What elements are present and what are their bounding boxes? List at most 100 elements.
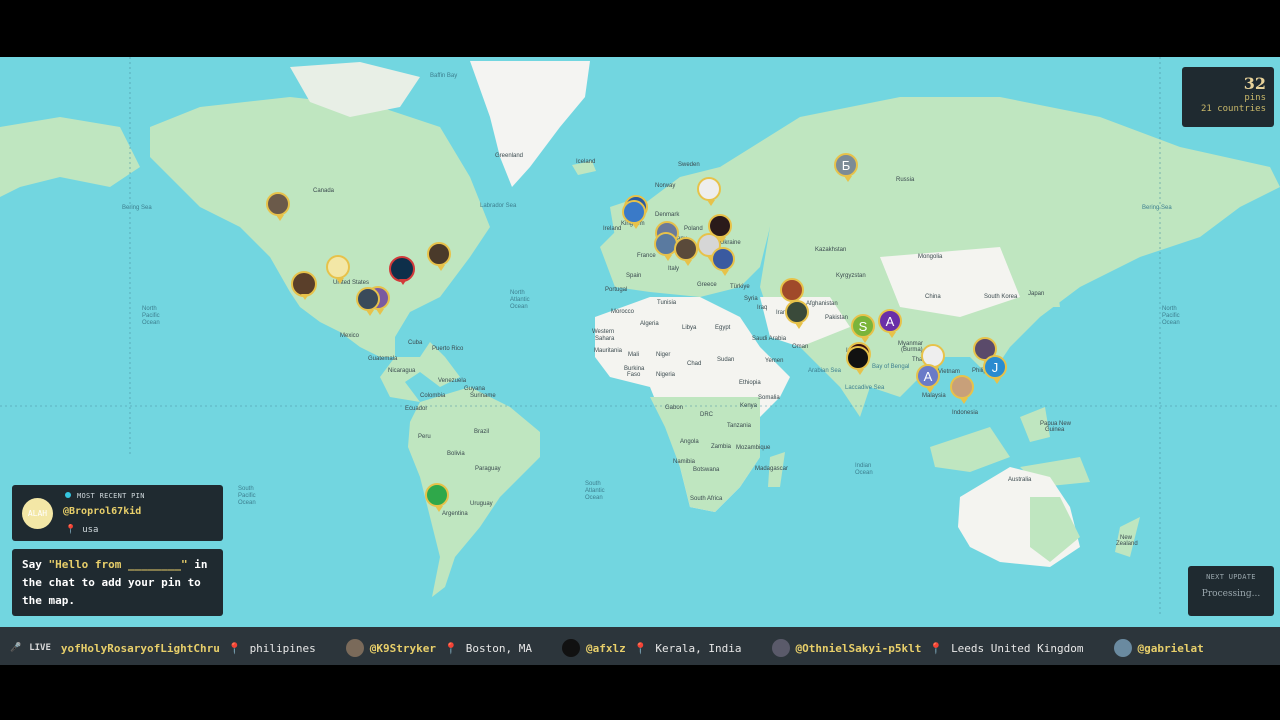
- svg-text:Poland: Poland: [684, 226, 703, 232]
- svg-text:Yemen: Yemen: [765, 358, 783, 364]
- ticker-item: yofHolyRosaryofLightChru 📍 philipines: [60, 641, 316, 655]
- live-dot-icon: [65, 492, 71, 498]
- map-pin[interactable]: [711, 247, 735, 276]
- svg-text:Uruguay: Uruguay: [470, 501, 493, 507]
- svg-text:Pacific: Pacific: [1162, 313, 1180, 319]
- svg-text:Indonesia: Indonesia: [952, 410, 979, 416]
- svg-text:North: North: [142, 306, 157, 312]
- next-update-panel: NEXT UPDATE Processing...: [1188, 566, 1274, 616]
- svg-text:Türkiye: Türkiye: [730, 284, 750, 290]
- svg-text:Iraq: Iraq: [757, 305, 767, 311]
- map-pin-icon: 📍: [633, 641, 648, 655]
- svg-text:Faso: Faso: [627, 372, 641, 378]
- svg-text:Nicaragua: Nicaragua: [388, 368, 416, 374]
- svg-text:Pacific: Pacific: [238, 493, 256, 499]
- avatar: [1113, 639, 1132, 657]
- svg-text:Iceland: Iceland: [576, 159, 595, 165]
- svg-text:Bering Sea: Bering Sea: [122, 205, 152, 211]
- svg-text:Morocco: Morocco: [611, 309, 635, 315]
- map-pin[interactable]: [425, 483, 449, 512]
- ticker-item: @K9Stryker 📍 Boston, MA: [345, 639, 532, 657]
- svg-text:Laccadive Sea: Laccadive Sea: [845, 385, 885, 391]
- svg-text:Ireland: Ireland: [603, 226, 621, 232]
- map-pin[interactable]: [950, 375, 974, 404]
- svg-text:Sweden: Sweden: [678, 162, 700, 168]
- svg-text:Botswana: Botswana: [693, 467, 720, 473]
- map-pin-icon: 📍: [65, 525, 77, 535]
- svg-text:Ocean: Ocean: [1162, 320, 1180, 326]
- svg-text:Zambia: Zambia: [711, 444, 732, 450]
- most-recent-pin-heading: MOST RECENT PIN: [65, 492, 145, 500]
- world-map[interactable]: Canada United States Mexico Cuba Puerto …: [0, 57, 1280, 627]
- svg-text:Sudan: Sudan: [717, 357, 734, 363]
- svg-text:DRC: DRC: [700, 412, 714, 418]
- svg-text:Pakistan: Pakistan: [825, 315, 848, 321]
- map-pin[interactable]: [780, 278, 804, 307]
- svg-text:Greece: Greece: [697, 282, 717, 288]
- instruction-card: Say "Hello from ________" in the chat to…: [12, 549, 223, 616]
- map-pin[interactable]: [389, 256, 415, 285]
- svg-text:China: China: [925, 294, 941, 300]
- map-pin[interactable]: [291, 271, 317, 300]
- map-pin[interactable]: A: [916, 364, 940, 393]
- svg-text:Spain: Spain: [626, 273, 641, 279]
- svg-text:Atlantic: Atlantic: [585, 488, 605, 494]
- svg-text:Mexico: Mexico: [340, 333, 360, 339]
- svg-text:Nigeria: Nigeria: [656, 372, 676, 378]
- svg-text:Zealand: Zealand: [1116, 541, 1138, 547]
- country-count: 21 countries: [1200, 104, 1266, 114]
- svg-text:Ocean: Ocean: [510, 304, 528, 310]
- avatar: [345, 639, 364, 657]
- svg-text:Saudi Arabia: Saudi Arabia: [752, 336, 787, 342]
- svg-text:South Korea: South Korea: [984, 294, 1018, 300]
- recent-pin-location: 📍 usa: [65, 525, 99, 535]
- map-pin[interactable]: J: [983, 355, 1007, 384]
- pin-count-label: pins: [1244, 93, 1266, 103]
- ticker-item: @afxlz 📍 Kerala, India: [561, 639, 742, 657]
- svg-text:Niger: Niger: [656, 352, 670, 358]
- svg-text:Atlantic: Atlantic: [510, 297, 530, 303]
- svg-text:Tanzania: Tanzania: [727, 423, 752, 429]
- svg-text:Egypt: Egypt: [715, 325, 731, 331]
- svg-text:Mauritania: Mauritania: [594, 348, 623, 354]
- map-pin-icon: 📍: [929, 641, 944, 655]
- svg-text:France: France: [637, 253, 656, 259]
- map-pin[interactable]: S: [851, 314, 875, 343]
- map-pin[interactable]: [356, 287, 380, 316]
- svg-text:Baffin Bay: Baffin Bay: [430, 73, 457, 79]
- map-pin[interactable]: [427, 242, 451, 271]
- svg-text:Western: Western: [592, 329, 614, 335]
- avatar: ALAH: [22, 498, 53, 529]
- svg-text:Brazil: Brazil: [474, 429, 489, 435]
- instruction-highlight: "Hello from ________": [48, 558, 188, 571]
- svg-text:Bay of Bengal: Bay of Bengal: [872, 364, 909, 370]
- svg-text:Italy: Italy: [668, 266, 679, 272]
- svg-text:Afghanistan: Afghanistan: [806, 301, 838, 307]
- pin-count: 32: [1243, 74, 1266, 93]
- svg-text:Puerto Rico: Puerto Rico: [432, 346, 464, 352]
- avatar: [771, 639, 790, 657]
- map-pin[interactable]: [266, 192, 290, 221]
- svg-text:Malaysia: Malaysia: [922, 393, 946, 399]
- map-pin[interactable]: [846, 346, 870, 375]
- svg-text:Paraguay: Paraguay: [475, 466, 501, 472]
- map-viewport[interactable]: Canada United States Mexico Cuba Puerto …: [0, 57, 1280, 665]
- live-ticker: 🎤 LIVE yofHolyRosaryofLightChru 📍 philipine…: [0, 627, 1280, 665]
- map-pin[interactable]: [697, 177, 721, 206]
- map-pin[interactable]: [785, 300, 809, 329]
- svg-text:Indian: Indian: [855, 463, 871, 469]
- svg-text:Australia: Australia: [1008, 477, 1032, 483]
- map-pin[interactable]: A: [878, 309, 902, 338]
- map-pin-icon: 📍: [444, 641, 458, 655]
- svg-text:Syria: Syria: [744, 296, 758, 302]
- map-pin[interactable]: Б: [834, 153, 858, 182]
- svg-text:Tunisia: Tunisia: [657, 300, 677, 306]
- map-pin[interactable]: [622, 200, 646, 229]
- map-pin[interactable]: [674, 237, 698, 266]
- svg-text:Mali: Mali: [628, 352, 639, 358]
- svg-text:Mozambique: Mozambique: [736, 445, 771, 451]
- svg-text:South Africa: South Africa: [690, 496, 723, 502]
- svg-text:Namibia: Namibia: [673, 459, 696, 465]
- map-pin-icon: 📍: [227, 641, 242, 655]
- map-pin[interactable]: [326, 255, 350, 284]
